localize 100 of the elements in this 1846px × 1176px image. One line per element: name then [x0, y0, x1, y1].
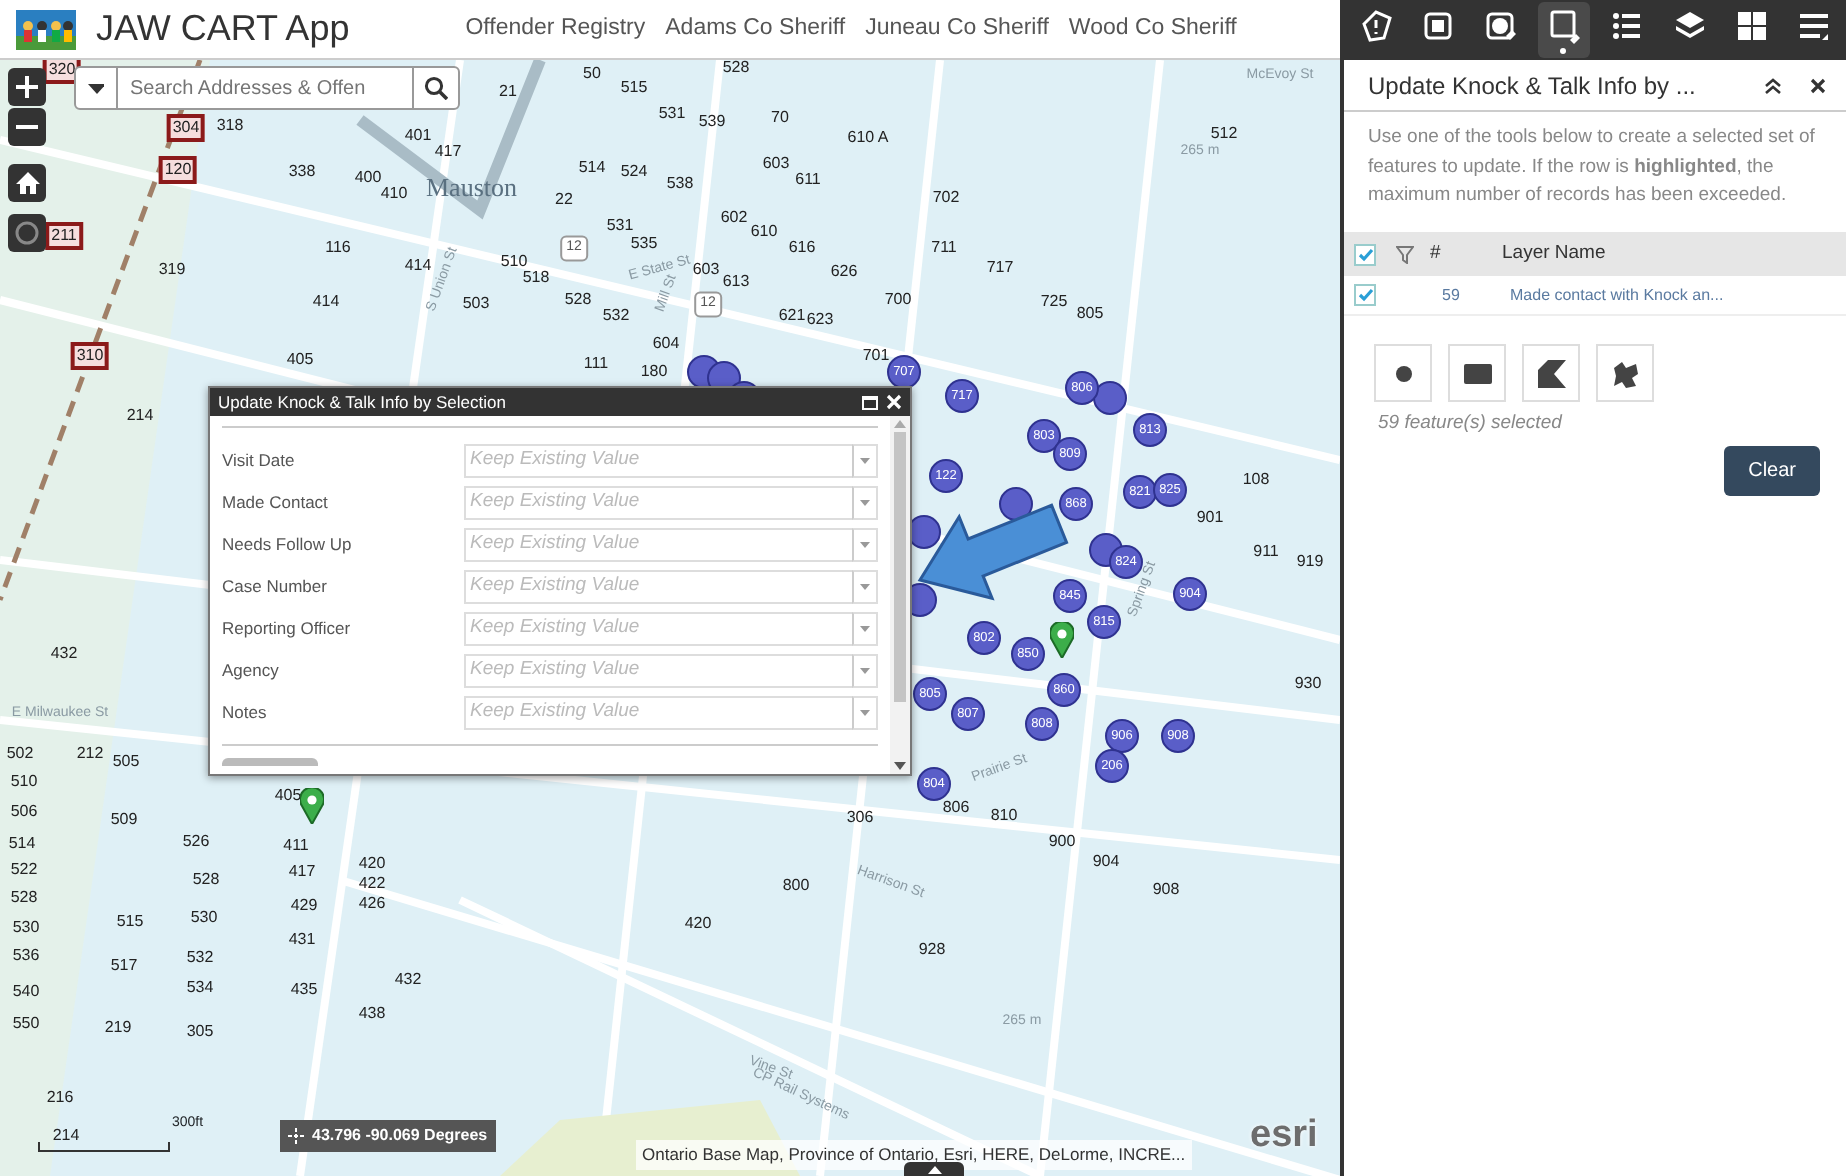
select-field[interactable]: Keep Existing Value [464, 612, 852, 646]
parcel-label: 602 [720, 210, 748, 226]
caret-icon [860, 626, 870, 632]
checkbox[interactable] [1354, 284, 1376, 307]
selection-tool-button[interactable] [1522, 344, 1580, 403]
parcel-label: 426 [358, 896, 386, 912]
parcel-label: 420 [358, 856, 386, 872]
parcel-marker[interactable]: 310 [70, 342, 110, 370]
parcel-label: 108 [1242, 472, 1270, 488]
map-pin-icon[interactable] [1050, 622, 1074, 658]
table-row[interactable]: 59 Made contact with Knock an... [1344, 276, 1846, 317]
parcel-label: 515 [620, 80, 648, 96]
scroll-down-icon[interactable] [894, 762, 906, 770]
parcel-label: 435 [290, 982, 318, 998]
panel-description: Use one of the tools below to create a selected set of features to update. If the row is highlighted, the maximum number of records has been exceeded. [1366, 124, 1817, 211]
parcel-label: 613 [722, 274, 750, 290]
coordinates-text: 43.796 -90.069 Degrees [312, 1124, 488, 1148]
parcel-label: 725 [1040, 294, 1068, 310]
close-icon[interactable] [1810, 77, 1826, 93]
selection-icon [1482, 7, 1519, 43]
field-label: Reporting Officer [222, 616, 353, 642]
header-link[interactable]: Wood Co Sheriff [1068, 11, 1237, 47]
parcel-marker[interactable]: 120 [158, 156, 198, 184]
zoom-in-button[interactable] [8, 68, 46, 106]
checkbox[interactable] [1354, 243, 1376, 266]
home-button[interactable] [8, 164, 46, 202]
search-button[interactable] [412, 66, 460, 110]
selection-tool-button[interactable] [1374, 344, 1432, 403]
parcel-label: 417 [288, 864, 316, 880]
caret-icon [88, 83, 104, 93]
map-marker[interactable] [907, 515, 941, 549]
caret-icon [860, 668, 870, 674]
dropdown-button[interactable] [74, 66, 118, 110]
parcel-label: 400 [354, 170, 382, 186]
circle-icon [14, 220, 40, 246]
toggle-tab[interactable] [904, 1162, 964, 1176]
map-marker[interactable] [1093, 381, 1127, 415]
collapse-icon[interactable] [1764, 77, 1782, 93]
parcel-marker[interactable]: 211 [45, 222, 83, 250]
parcel-label: 603 [692, 262, 720, 278]
polygon-tool-icon [1533, 355, 1569, 392]
parcel-label: 530 [12, 920, 40, 936]
parcel-label: 806 [942, 800, 970, 816]
parcel-label: 524 [620, 164, 648, 180]
toolbar-button[interactable] [1537, 2, 1590, 58]
parcel-label: 432 [50, 646, 78, 662]
parcel-label: 111 [583, 356, 609, 372]
parcel-label: 414 [404, 258, 432, 274]
parcel-marker[interactable]: 304 [166, 114, 206, 142]
parcel-label: 510 [10, 774, 38, 790]
select-field[interactable]: Keep Existing Value [464, 528, 852, 562]
logo-text: esri [1250, 1116, 1318, 1154]
attribution-text: Ontario Base Map, Province of Ontario, Esri, HERE, DeLorme, INCRE... [636, 1140, 1192, 1170]
zoom-out-button[interactable] [8, 108, 46, 146]
scrollbar[interactable] [890, 416, 910, 774]
parcel-label: 405 [274, 788, 302, 804]
scrollbar-thumb[interactable] [894, 432, 906, 702]
parcel-label: 305 [186, 1024, 214, 1040]
column-header: Layer Name [1502, 240, 1606, 269]
parcel-label: 50 [583, 66, 601, 82]
select-field[interactable]: Keep Existing Value [464, 570, 852, 604]
field-label: Agency [222, 658, 281, 684]
field-label: Needs Follow Up [222, 532, 354, 558]
list-icon [1608, 7, 1645, 43]
selection-tool-button[interactable] [1596, 344, 1654, 403]
locate-button[interactable] [8, 214, 46, 252]
parcel-label: 506 [10, 804, 38, 820]
parcel-label: 216 [46, 1090, 74, 1106]
header-link[interactable]: Adams Co Sheriff [665, 11, 846, 47]
clear-button[interactable]: Clear [1724, 446, 1820, 497]
parcel-label: 180 [640, 364, 668, 380]
maximize-icon[interactable] [862, 395, 878, 409]
edit-icon [1545, 7, 1582, 43]
parcel-label: 512 [1210, 126, 1238, 142]
map-pin-icon[interactable] [300, 788, 324, 824]
header-link[interactable]: Offender Registry [465, 11, 646, 47]
crosshair-icon [288, 1128, 304, 1144]
map-marker[interactable] [999, 487, 1033, 521]
filter-icon[interactable] [1396, 245, 1414, 264]
select-field[interactable]: Keep Existing Value [464, 696, 852, 730]
parcel-label: 528 [10, 890, 38, 906]
parcel-label: 930 [1294, 676, 1322, 692]
search-field[interactable]: Search Addresses & Offen [118, 66, 412, 110]
parcel-label: 623 [806, 312, 834, 328]
parcel-label: 417 [434, 144, 462, 160]
selection-count-text: 59 feature(s) selected [1376, 410, 1565, 439]
select-field[interactable]: Keep Existing Value [464, 486, 852, 520]
selection-tool-button[interactable] [1448, 344, 1506, 403]
parcel-label: 538 [666, 176, 694, 192]
parcel-label: 528 [192, 872, 220, 888]
parcel-label: 526 [182, 834, 210, 850]
place-label: Mauston [426, 170, 517, 206]
field-label: Visit Date [222, 448, 297, 474]
select-field[interactable]: Keep Existing Value [464, 654, 852, 688]
parcel-label: 502 [6, 746, 34, 762]
parcel-label: 214 [126, 408, 154, 424]
parcel-label: 411 [283, 838, 309, 854]
parcel-label: 522 [10, 862, 38, 878]
header-link[interactable]: Juneau Co Sheriff [865, 11, 1049, 47]
select-field[interactable]: Keep Existing Value [464, 444, 852, 478]
